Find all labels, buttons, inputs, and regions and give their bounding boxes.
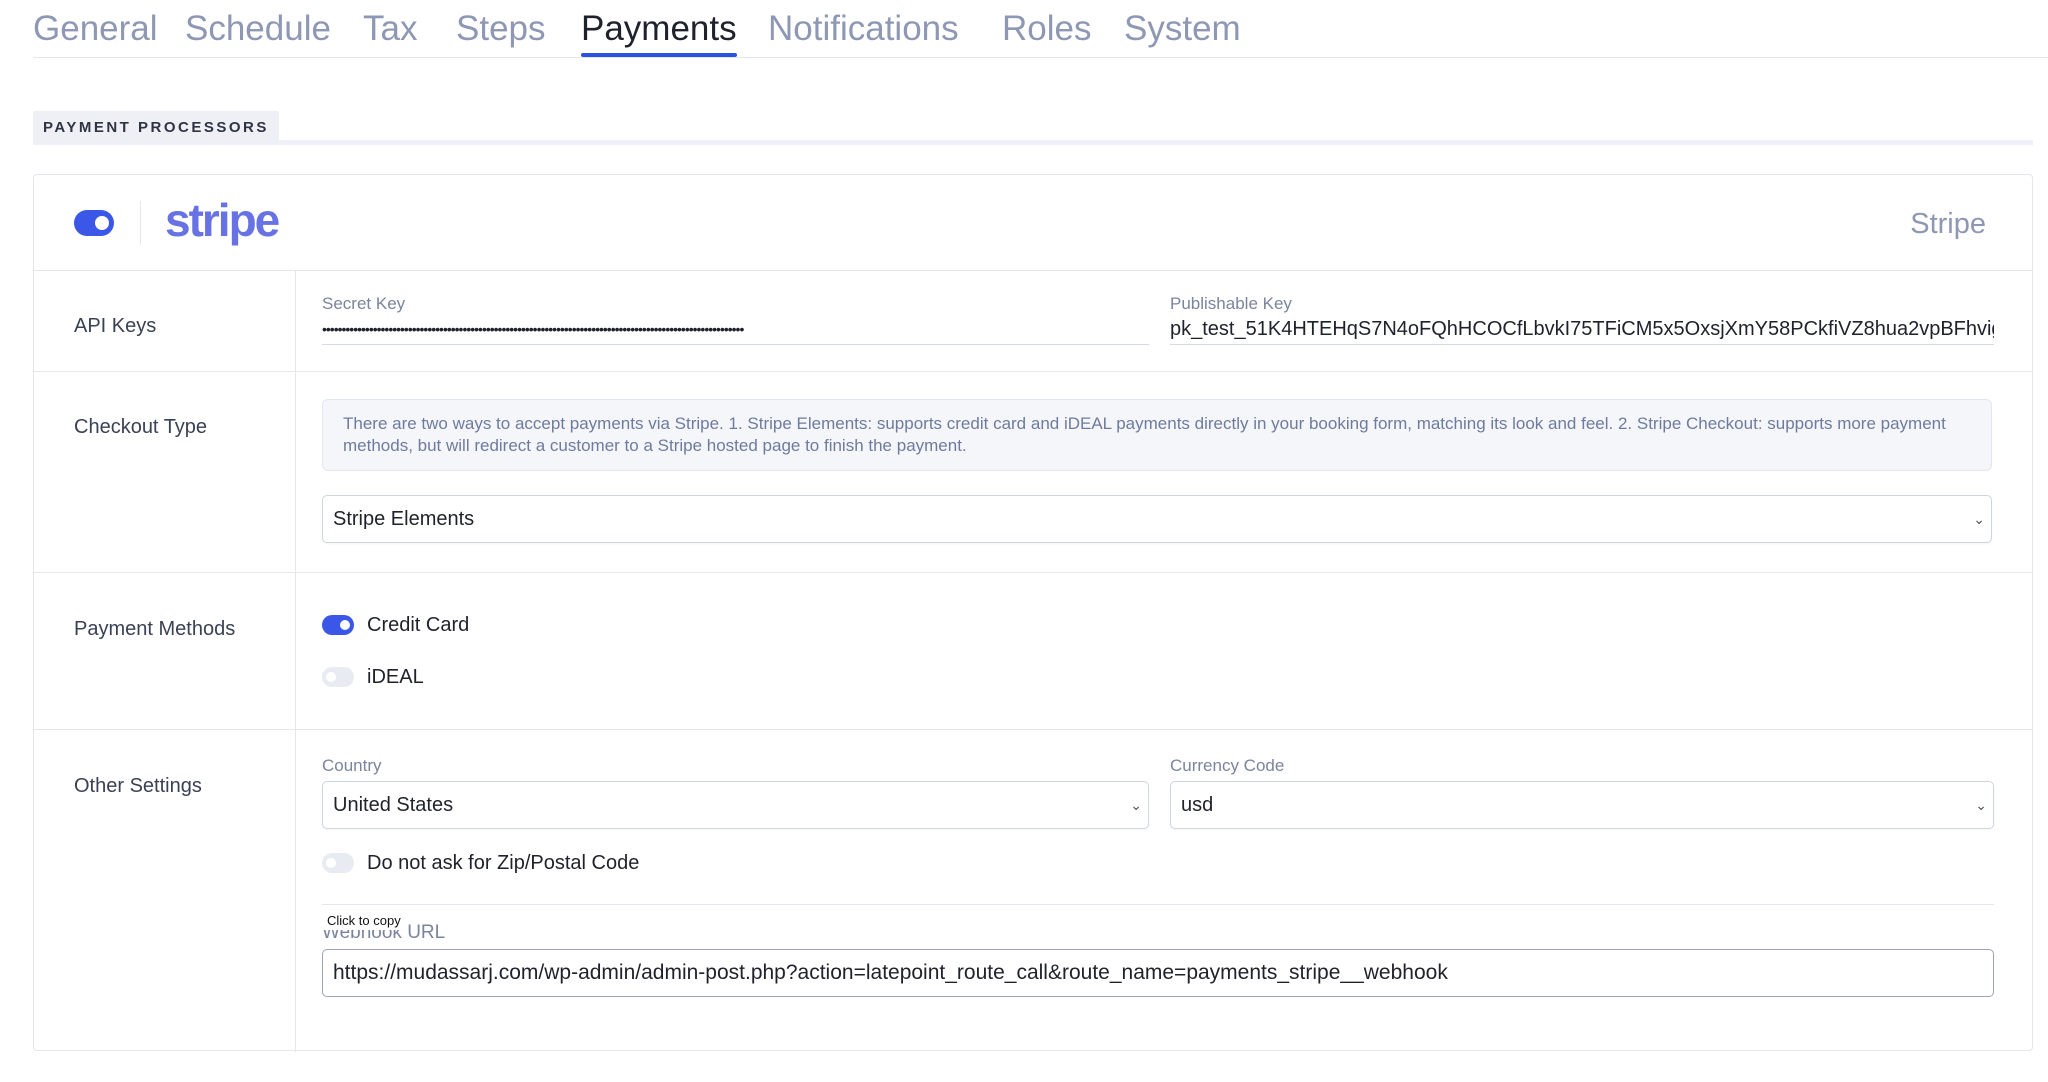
checkout-info-box: There are two ways to accept payments vi… bbox=[322, 399, 1992, 471]
secret-key-input[interactable]: ••••••••••••••••••••••••••••••••••••••••… bbox=[322, 315, 1149, 345]
stripe-processor-card: stripe Stripe API Keys Secret Key ••••••… bbox=[33, 174, 2033, 1052]
currency-code-label: Currency Code bbox=[1170, 756, 1285, 775]
tab-system[interactable]: System bbox=[1124, 8, 1241, 50]
credit-card-label: Credit Card bbox=[367, 614, 470, 636]
tab-schedule[interactable]: Schedule bbox=[185, 8, 331, 50]
ideal-label: iDEAL bbox=[367, 666, 424, 688]
processor-header: stripe Stripe bbox=[34, 175, 2032, 271]
checkout-type-row: Checkout Type There are two ways to acce… bbox=[34, 372, 2032, 573]
zip-code-toggle[interactable] bbox=[322, 853, 354, 873]
tab-roles[interactable]: Roles bbox=[1002, 8, 1091, 50]
tab-general[interactable]: General bbox=[33, 8, 158, 50]
other-settings-body: Country United States ⌄ Currency Code us… bbox=[295, 730, 2032, 1052]
chevron-down-icon: ⌄ bbox=[1130, 797, 1142, 813]
publishable-key-input[interactable]: pk_test_51K4HTEHqS7N4oFQhHCOCfLbvkI75TFi… bbox=[1170, 315, 1994, 345]
api-keys-row: API Keys Secret Key ••••••••••••••••••••… bbox=[34, 271, 2032, 372]
copy-tooltip: Click to copy bbox=[322, 912, 406, 930]
tab-tax[interactable]: Tax bbox=[363, 8, 417, 50]
checkout-type-value: Stripe Elements bbox=[333, 508, 475, 530]
tab-payments[interactable]: Payments bbox=[581, 8, 737, 57]
publishable-key-label: Publishable Key bbox=[1170, 294, 1292, 313]
ideal-toggle[interactable] bbox=[322, 667, 354, 687]
section-title: PAYMENT PROCESSORS bbox=[33, 111, 279, 144]
section-header: PAYMENT PROCESSORS bbox=[33, 111, 2033, 146]
currency-code-select[interactable]: usd ⌄ bbox=[1170, 781, 1994, 829]
country-select[interactable]: United States ⌄ bbox=[322, 781, 1149, 829]
country-label: Country bbox=[322, 756, 382, 775]
chevron-down-icon: ⌄ bbox=[1975, 797, 1987, 813]
section-underline bbox=[33, 140, 2033, 145]
header-divider bbox=[140, 201, 141, 245]
other-settings-label: Other Settings bbox=[74, 775, 202, 797]
payment-methods-body: Credit Card iDEAL bbox=[295, 573, 2032, 729]
payment-methods-label: Payment Methods bbox=[74, 618, 236, 640]
currency-code-value: usd bbox=[1181, 794, 1214, 816]
processor-title: Stripe bbox=[1910, 208, 1986, 240]
checkout-type-body: There are two ways to accept payments vi… bbox=[295, 372, 2032, 572]
stripe-logo: stripe bbox=[165, 194, 280, 246]
tab-steps[interactable]: Steps bbox=[456, 8, 546, 50]
checkout-type-select[interactable]: Stripe Elements ⌄ bbox=[322, 495, 1992, 543]
zip-code-label: Do not ask for Zip/Postal Code bbox=[367, 852, 640, 874]
secret-key-label: Secret Key bbox=[322, 294, 406, 313]
settings-divider bbox=[322, 904, 1994, 905]
webhook-url-input[interactable]: https://mudassarj.com/wp-admin/admin-pos… bbox=[322, 949, 1994, 997]
tab-notifications[interactable]: Notifications bbox=[768, 8, 959, 50]
country-value: United States bbox=[333, 794, 454, 816]
chevron-down-icon: ⌄ bbox=[1973, 511, 1985, 527]
credit-card-toggle[interactable] bbox=[322, 615, 354, 635]
api-keys-body: Secret Key •••••••••••••••••••••••••••••… bbox=[295, 271, 2032, 371]
api-keys-label: API Keys bbox=[74, 315, 157, 337]
processor-enable-toggle[interactable] bbox=[74, 210, 114, 236]
payment-methods-row: Payment Methods Credit Card iDEAL bbox=[34, 573, 2032, 730]
other-settings-row: Other Settings Country United States ⌄ C… bbox=[34, 730, 2032, 1052]
settings-tabs: General Schedule Tax Steps Payments Noti… bbox=[33, 0, 2048, 58]
checkout-type-label: Checkout Type bbox=[74, 416, 208, 438]
